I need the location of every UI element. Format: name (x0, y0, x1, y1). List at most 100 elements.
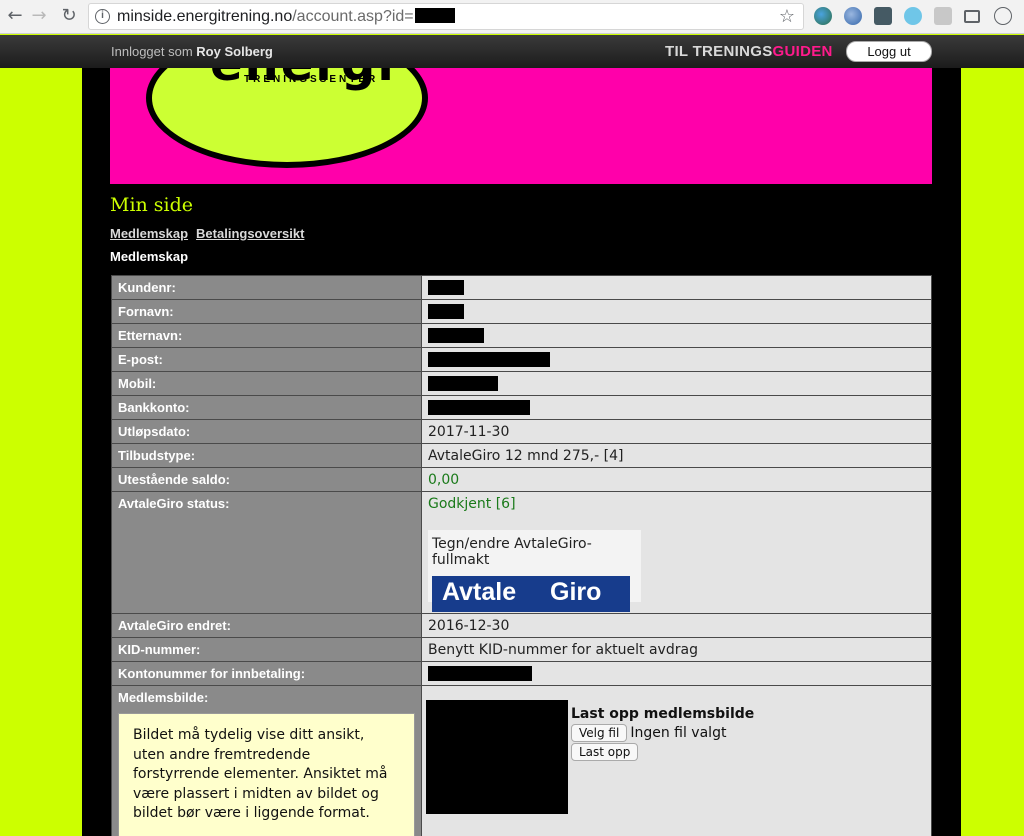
guide-prefix: TIL TRENINGS (665, 43, 773, 60)
utlopsdato-label: Utløpsdato: (111, 419, 422, 444)
medlemsbilde-label: Medlemsbilde: (118, 690, 209, 705)
reload-icon[interactable]: ↻ (58, 5, 80, 27)
upload-button[interactable]: Last opp (571, 743, 639, 761)
guide-suffix: GUIDEN (772, 43, 833, 60)
world-extension-icon[interactable] (844, 7, 862, 25)
logo[interactable]: energi TRENINGSSENTER (146, 68, 428, 168)
tilbudstype-label: Tilbudstype: (111, 443, 422, 468)
table-row: Tilbudstype: AvtaleGiro 12 mnd 275,- [4] (111, 443, 932, 468)
table-row: KID-nummer: Benytt KID-nummer for aktuel… (111, 637, 932, 662)
ag-status-cell: Godkjent [6] Tegn/endre AvtaleGiro-fullm… (421, 491, 932, 614)
bankkonto-label: Bankkonto: (111, 395, 422, 420)
ag-endret-value: 2016-12-30 (421, 613, 932, 638)
info-icon[interactable]: i (95, 9, 110, 24)
medlemsbilde-cell: Medlemsbilde: Bildet må tydelig vise dit… (111, 685, 422, 836)
ag-status-label: AvtaleGiro status: (111, 491, 422, 614)
photo-upload-cell: Last opp medlemsbilde Velg fil Ingen fil … (421, 685, 932, 836)
tab-bar: Medlemskap Betalingsoversikt (110, 226, 312, 241)
kontonummer-value (421, 661, 932, 686)
drive-extension-icon[interactable] (934, 7, 952, 25)
url-text: minside.energitrening.no/account.asp?id= (117, 8, 455, 26)
redacted-value (428, 328, 484, 343)
forward-icon[interactable]: → (28, 5, 50, 27)
table-row: Etternavn: (111, 323, 932, 348)
table-row: Utestående saldo: 0,00 (111, 467, 932, 492)
redacted-value (428, 400, 530, 415)
tab-betalingsoversikt[interactable]: Betalingsoversikt (196, 226, 304, 241)
file-input: Velg fil Ingen fil valgt (571, 724, 726, 742)
page-title: Min side (110, 194, 194, 216)
upload-button-wrap: Last opp (571, 743, 641, 761)
mobil-value (421, 371, 932, 396)
table-row: Kundenr: (111, 275, 932, 300)
table-row: AvtaleGiro status: Godkjent [6] Tegn/end… (111, 491, 932, 614)
ag-status-value: Godkjent [6] (428, 496, 516, 512)
kundenr-label: Kundenr: (111, 275, 422, 300)
bankkonto-value (421, 395, 932, 420)
main-content: energi TRENINGSSENTER Min side Medlemska… (82, 68, 961, 836)
saldo-label: Utestående saldo: (111, 467, 422, 492)
site-topbar: Innlogget som Roy Solberg TIL TRENINGSGU… (0, 35, 1024, 68)
globe-extension-icon[interactable] (814, 7, 832, 25)
table-row: Bankkonto: (111, 395, 932, 420)
upload-title: Last opp medlemsbilde (571, 706, 755, 722)
kid-value: Benytt KID-nummer for aktuelt avdrag (421, 637, 932, 662)
training-guide-link[interactable]: TIL TRENINGSGUIDEN (665, 43, 833, 60)
logged-in-status: Innlogget som Roy Solberg (111, 44, 273, 59)
back-icon[interactable]: ← (4, 5, 26, 27)
table-row: Mobil: (111, 371, 932, 396)
logo-subtitle: TRENINGSSENTER (244, 74, 379, 85)
mobil-label: Mobil: (111, 371, 422, 396)
utlopsdato-value: 2017-11-30 (421, 419, 932, 444)
kid-label: KID-nummer: (111, 637, 422, 662)
membership-table: Kundenr: Fornavn: Etternavn: E-post: Mob… (111, 275, 932, 836)
redacted-value (428, 376, 498, 391)
avtalegiro-logo-left: Avtale (442, 578, 517, 606)
fornavn-label: Fornavn: (111, 299, 422, 324)
redacted-value (428, 666, 532, 681)
user-name: Roy Solberg (196, 44, 273, 59)
tab-medlemskap[interactable]: Medlemskap (110, 226, 188, 241)
table-row: Medlemsbilde: Bildet må tydelig vise dit… (111, 685, 932, 836)
etternavn-value (421, 323, 932, 348)
table-row: Utløpsdato: 2017-11-30 (111, 419, 932, 444)
fornavn-value (421, 299, 932, 324)
table-row: Fornavn: (111, 299, 932, 324)
section-title: Medlemskap (110, 249, 189, 264)
kontonummer-label: Kontonummer for innbetaling: (111, 661, 422, 686)
member-photo (426, 700, 568, 814)
kundenr-value (421, 275, 932, 300)
photo-guidelines-tooltip: Bildet må tydelig vise ditt ansikt, uten… (118, 713, 415, 836)
redacted-value (428, 280, 464, 295)
redacted-value (428, 304, 464, 319)
choose-file-button[interactable]: Velg fil (571, 724, 628, 742)
epost-label: E-post: (111, 347, 422, 372)
url-path: /account.asp?id= (292, 8, 414, 25)
mandate-text: Tegn/endre AvtaleGiro-fullmakt (432, 536, 592, 568)
avtalegiro-logo-right: Giro (550, 578, 602, 606)
no-file-text: Ingen fil valgt (630, 725, 727, 741)
address-bar[interactable]: i minside.energitrening.no/account.asp?i… (88, 3, 804, 30)
redacted-url-id (414, 8, 455, 23)
table-row: E-post: (111, 347, 932, 372)
cast-icon[interactable] (964, 10, 980, 23)
password-extension-icon[interactable] (874, 7, 892, 25)
table-row: AvtaleGiro endret: 2016-12-30 (111, 613, 932, 638)
avtalegiro-logo: Avtale Giro (432, 576, 630, 612)
browser-toolbar: ← → ↻ i minside.energitrening.no/account… (0, 0, 1024, 34)
banner: energi TRENINGSSENTER (110, 68, 932, 184)
bookmark-star-icon[interactable]: ☆ (779, 6, 795, 27)
epost-value (421, 347, 932, 372)
snowflake-extension-icon[interactable] (904, 7, 922, 25)
redacted-value (428, 352, 550, 367)
saldo-value: 0,00 (421, 467, 932, 492)
logged-in-prefix: Innlogget som (111, 44, 193, 59)
url-host: minside.energitrening.no (117, 8, 293, 25)
logout-button[interactable]: Logg ut (846, 41, 932, 62)
avtalegiro-mandate-link[interactable]: Tegn/endre AvtaleGiro-fullmakt Avtale Gi… (428, 530, 641, 612)
profile-icon[interactable] (994, 7, 1012, 25)
tilbudstype-value: AvtaleGiro 12 mnd 275,- [4] (421, 443, 932, 468)
ag-endret-label: AvtaleGiro endret: (111, 613, 422, 638)
table-row: Kontonummer for innbetaling: (111, 661, 932, 686)
etternavn-label: Etternavn: (111, 323, 422, 348)
